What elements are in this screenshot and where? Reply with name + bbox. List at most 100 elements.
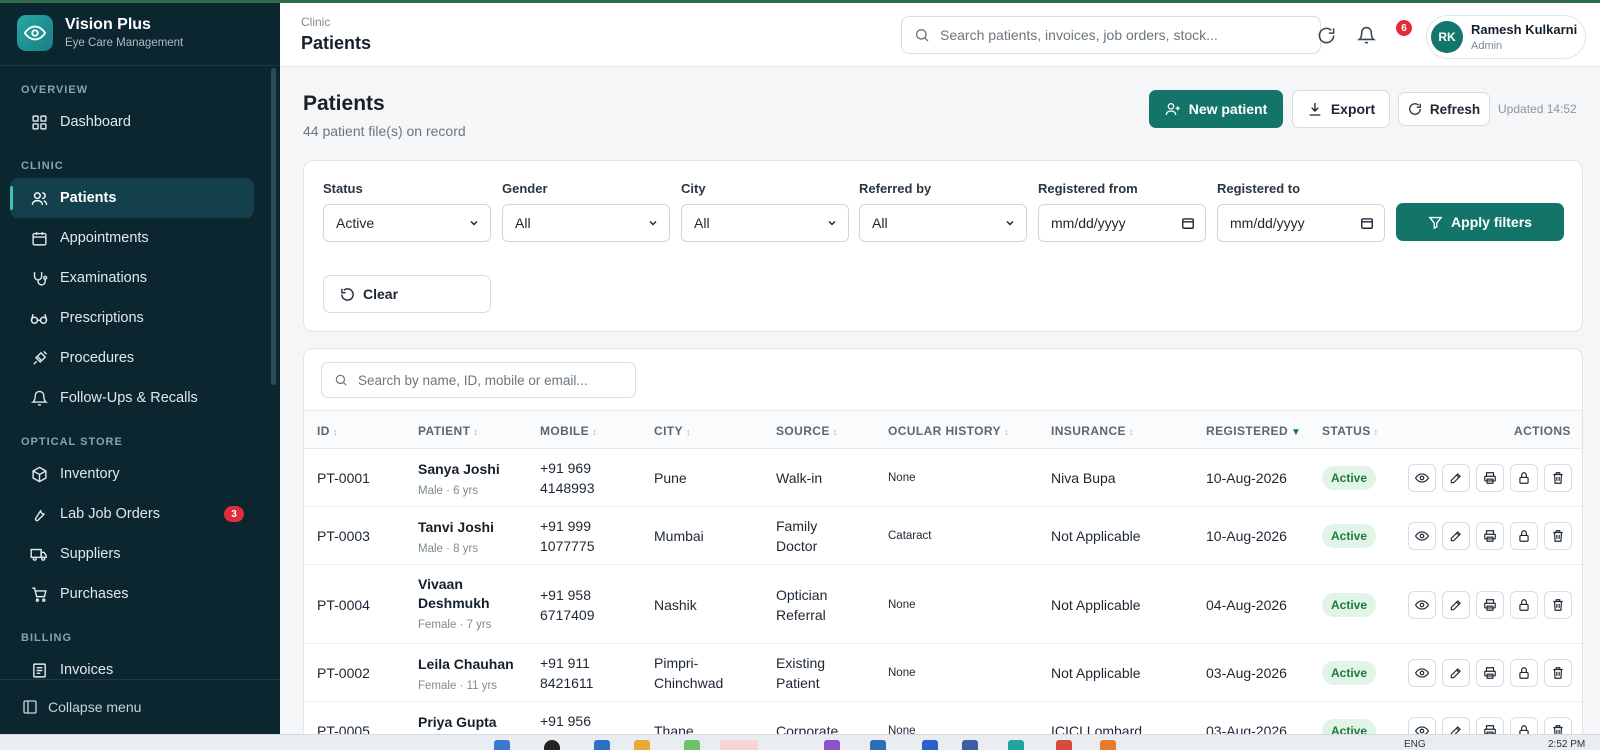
- new-patient-button[interactable]: New patient: [1149, 90, 1283, 128]
- clear-filters-button[interactable]: Clear: [323, 275, 491, 313]
- lock-button[interactable]: [1510, 464, 1538, 492]
- patient-cell[interactable]: Vivaan Deshmukh Female · 7 yrs: [418, 575, 528, 635]
- column-header-city[interactable]: CITY ↕: [654, 424, 691, 438]
- column-header-mobile[interactable]: MOBILE ↕: [540, 424, 597, 438]
- sidebar-item-patients[interactable]: Patients: [10, 178, 254, 218]
- apply-filters-button[interactable]: Apply filters: [1396, 203, 1564, 241]
- table-row[interactable]: PT-0004 Vivaan Deshmukh Female · 7 yrs +…: [304, 565, 1582, 644]
- patient-name[interactable]: Sanya Joshi: [418, 460, 528, 479]
- sidebar-item-inventory[interactable]: Inventory: [10, 454, 254, 494]
- column-header-registered[interactable]: REGISTERED ▼: [1206, 424, 1301, 438]
- app-icon[interactable]: [922, 740, 938, 750]
- browser-icon[interactable]: [720, 740, 758, 750]
- app-icon[interactable]: [684, 740, 700, 750]
- delete-button[interactable]: [1544, 659, 1572, 687]
- brand[interactable]: Vision Plus Eye Care Management: [0, 0, 280, 66]
- patient-cell[interactable]: Sanya Joshi Male · 6 yrs: [418, 460, 528, 501]
- app-icon[interactable]: [1008, 740, 1024, 750]
- column-header-id[interactable]: ID ↕: [317, 424, 338, 438]
- app-icon[interactable]: [1056, 740, 1072, 750]
- global-search[interactable]: [901, 16, 1321, 54]
- referred-by-select[interactable]: All: [859, 204, 1027, 242]
- table-row[interactable]: PT-0001 Sanya Joshi Male · 6 yrs +91 969…: [304, 449, 1582, 507]
- edit-button[interactable]: [1442, 590, 1470, 619]
- city-select[interactable]: All: [681, 204, 849, 242]
- column-header-label: STATUS: [1322, 424, 1371, 438]
- column-header-insurance[interactable]: INSURANCE ↕: [1051, 424, 1134, 438]
- view-button[interactable]: [1408, 522, 1436, 550]
- column-header-patient[interactable]: PATIENT ↕: [418, 424, 478, 438]
- patient-cell[interactable]: Leila Chauhan Female · 11 yrs: [418, 655, 528, 696]
- sidebar-item-examinations[interactable]: Examinations: [10, 258, 254, 298]
- sidebar-item-follow-ups[interactable]: Follow-Ups & Recalls: [10, 378, 254, 418]
- updated-timestamp: Updated 14:52: [1498, 102, 1577, 116]
- notification-bell-icon[interactable]: [1356, 25, 1376, 45]
- calendar-icon[interactable]: [1360, 216, 1374, 230]
- refresh-icon[interactable]: [1316, 25, 1336, 45]
- patient-mobile: +91 911 8421611: [540, 653, 593, 693]
- view-button[interactable]: [1408, 659, 1436, 687]
- lock-button[interactable]: [1510, 522, 1538, 550]
- search-app-icon[interactable]: [544, 740, 560, 750]
- app-icon[interactable]: [962, 740, 978, 750]
- sidebar-scrollbar[interactable]: [271, 68, 276, 385]
- delete-button[interactable]: [1544, 522, 1572, 550]
- patient-name[interactable]: Priya Gupta: [418, 713, 528, 732]
- table-header: ID ↕ PATIENT ↕ MOBILE ↕ CITY ↕ SOURCE ↕ OCULA…: [304, 410, 1582, 449]
- edit-button[interactable]: [1442, 464, 1470, 492]
- edit-icon: [1450, 599, 1461, 610]
- sidebar-item-label: Examinations: [60, 270, 148, 286]
- global-search-input[interactable]: [940, 27, 1300, 43]
- lock-button[interactable]: [1510, 590, 1538, 619]
- sidebar-item-dashboard[interactable]: Dashboard: [10, 102, 254, 142]
- table-row[interactable]: PT-0002 Leila Chauhan Female · 11 yrs +9…: [304, 644, 1582, 702]
- sidebar-item-appointments[interactable]: Appointments: [10, 218, 254, 258]
- sidebar-item-suppliers[interactable]: Suppliers: [10, 534, 254, 574]
- breadcrumb[interactable]: Clinic: [301, 15, 330, 29]
- table-search[interactable]: [321, 362, 636, 398]
- registered-from-date-input[interactable]: mm/dd/yyyy: [1038, 204, 1206, 242]
- sidebar-item-prescriptions[interactable]: Prescriptions: [10, 298, 254, 338]
- delete-button[interactable]: [1544, 464, 1572, 492]
- patient-cell[interactable]: Priya Gupta: [418, 713, 528, 734]
- dashboard-icon: [30, 113, 48, 131]
- edit-button[interactable]: [1442, 659, 1470, 687]
- calendar-icon[interactable]: [1181, 216, 1195, 230]
- patient-name[interactable]: Leila Chauhan: [418, 655, 528, 674]
- table-row[interactable]: PT-0003 Tanvi Joshi Male · 8 yrs +91 999…: [304, 507, 1582, 565]
- table-search-input[interactable]: [358, 372, 628, 388]
- user-menu[interactable]: RK Ramesh Kulkarni Admin: [1426, 15, 1586, 59]
- print-button[interactable]: [1476, 464, 1504, 492]
- language-indicator[interactable]: ENG: [1404, 739, 1426, 750]
- app-icon[interactable]: [594, 740, 610, 750]
- column-header-status[interactable]: STATUS ↕: [1322, 424, 1379, 438]
- clock[interactable]: 2:52 PM: [1548, 739, 1585, 750]
- registered-to-date-input[interactable]: mm/dd/yyyy: [1217, 204, 1385, 242]
- sidebar-item-lab-job-orders[interactable]: Lab Job Orders 3: [10, 494, 254, 534]
- column-header-source[interactable]: SOURCE ↕: [776, 424, 838, 438]
- patient-cell[interactable]: Tanvi Joshi Male · 8 yrs: [418, 518, 528, 559]
- print-button[interactable]: [1476, 659, 1504, 687]
- patient-name[interactable]: Vivaan Deshmukh: [418, 575, 528, 613]
- refresh-button[interactable]: Refresh: [1398, 92, 1490, 126]
- sidebar-item-procedures[interactable]: Procedures: [10, 338, 254, 378]
- folder-icon[interactable]: [634, 740, 650, 750]
- column-header-ocular-history[interactable]: OCULAR HISTORY ↕: [888, 424, 1009, 438]
- app-icon[interactable]: [870, 740, 886, 750]
- collapse-menu-button[interactable]: Collapse menu: [0, 679, 280, 734]
- lock-button[interactable]: [1510, 659, 1538, 687]
- app-icon[interactable]: [824, 740, 840, 750]
- view-button[interactable]: [1408, 590, 1436, 619]
- windows-start-icon[interactable]: [494, 740, 510, 750]
- sidebar-item-purchases[interactable]: Purchases: [10, 574, 254, 614]
- delete-button[interactable]: [1544, 590, 1572, 619]
- print-button[interactable]: [1476, 590, 1504, 619]
- status-select[interactable]: Active: [323, 204, 491, 242]
- edit-button[interactable]: [1442, 522, 1470, 550]
- view-button[interactable]: [1408, 464, 1436, 492]
- print-button[interactable]: [1476, 522, 1504, 550]
- gender-select[interactable]: All: [502, 204, 670, 242]
- patient-name[interactable]: Tanvi Joshi: [418, 518, 528, 537]
- app-icon[interactable]: [1100, 740, 1116, 750]
- export-button[interactable]: Export: [1292, 90, 1390, 128]
